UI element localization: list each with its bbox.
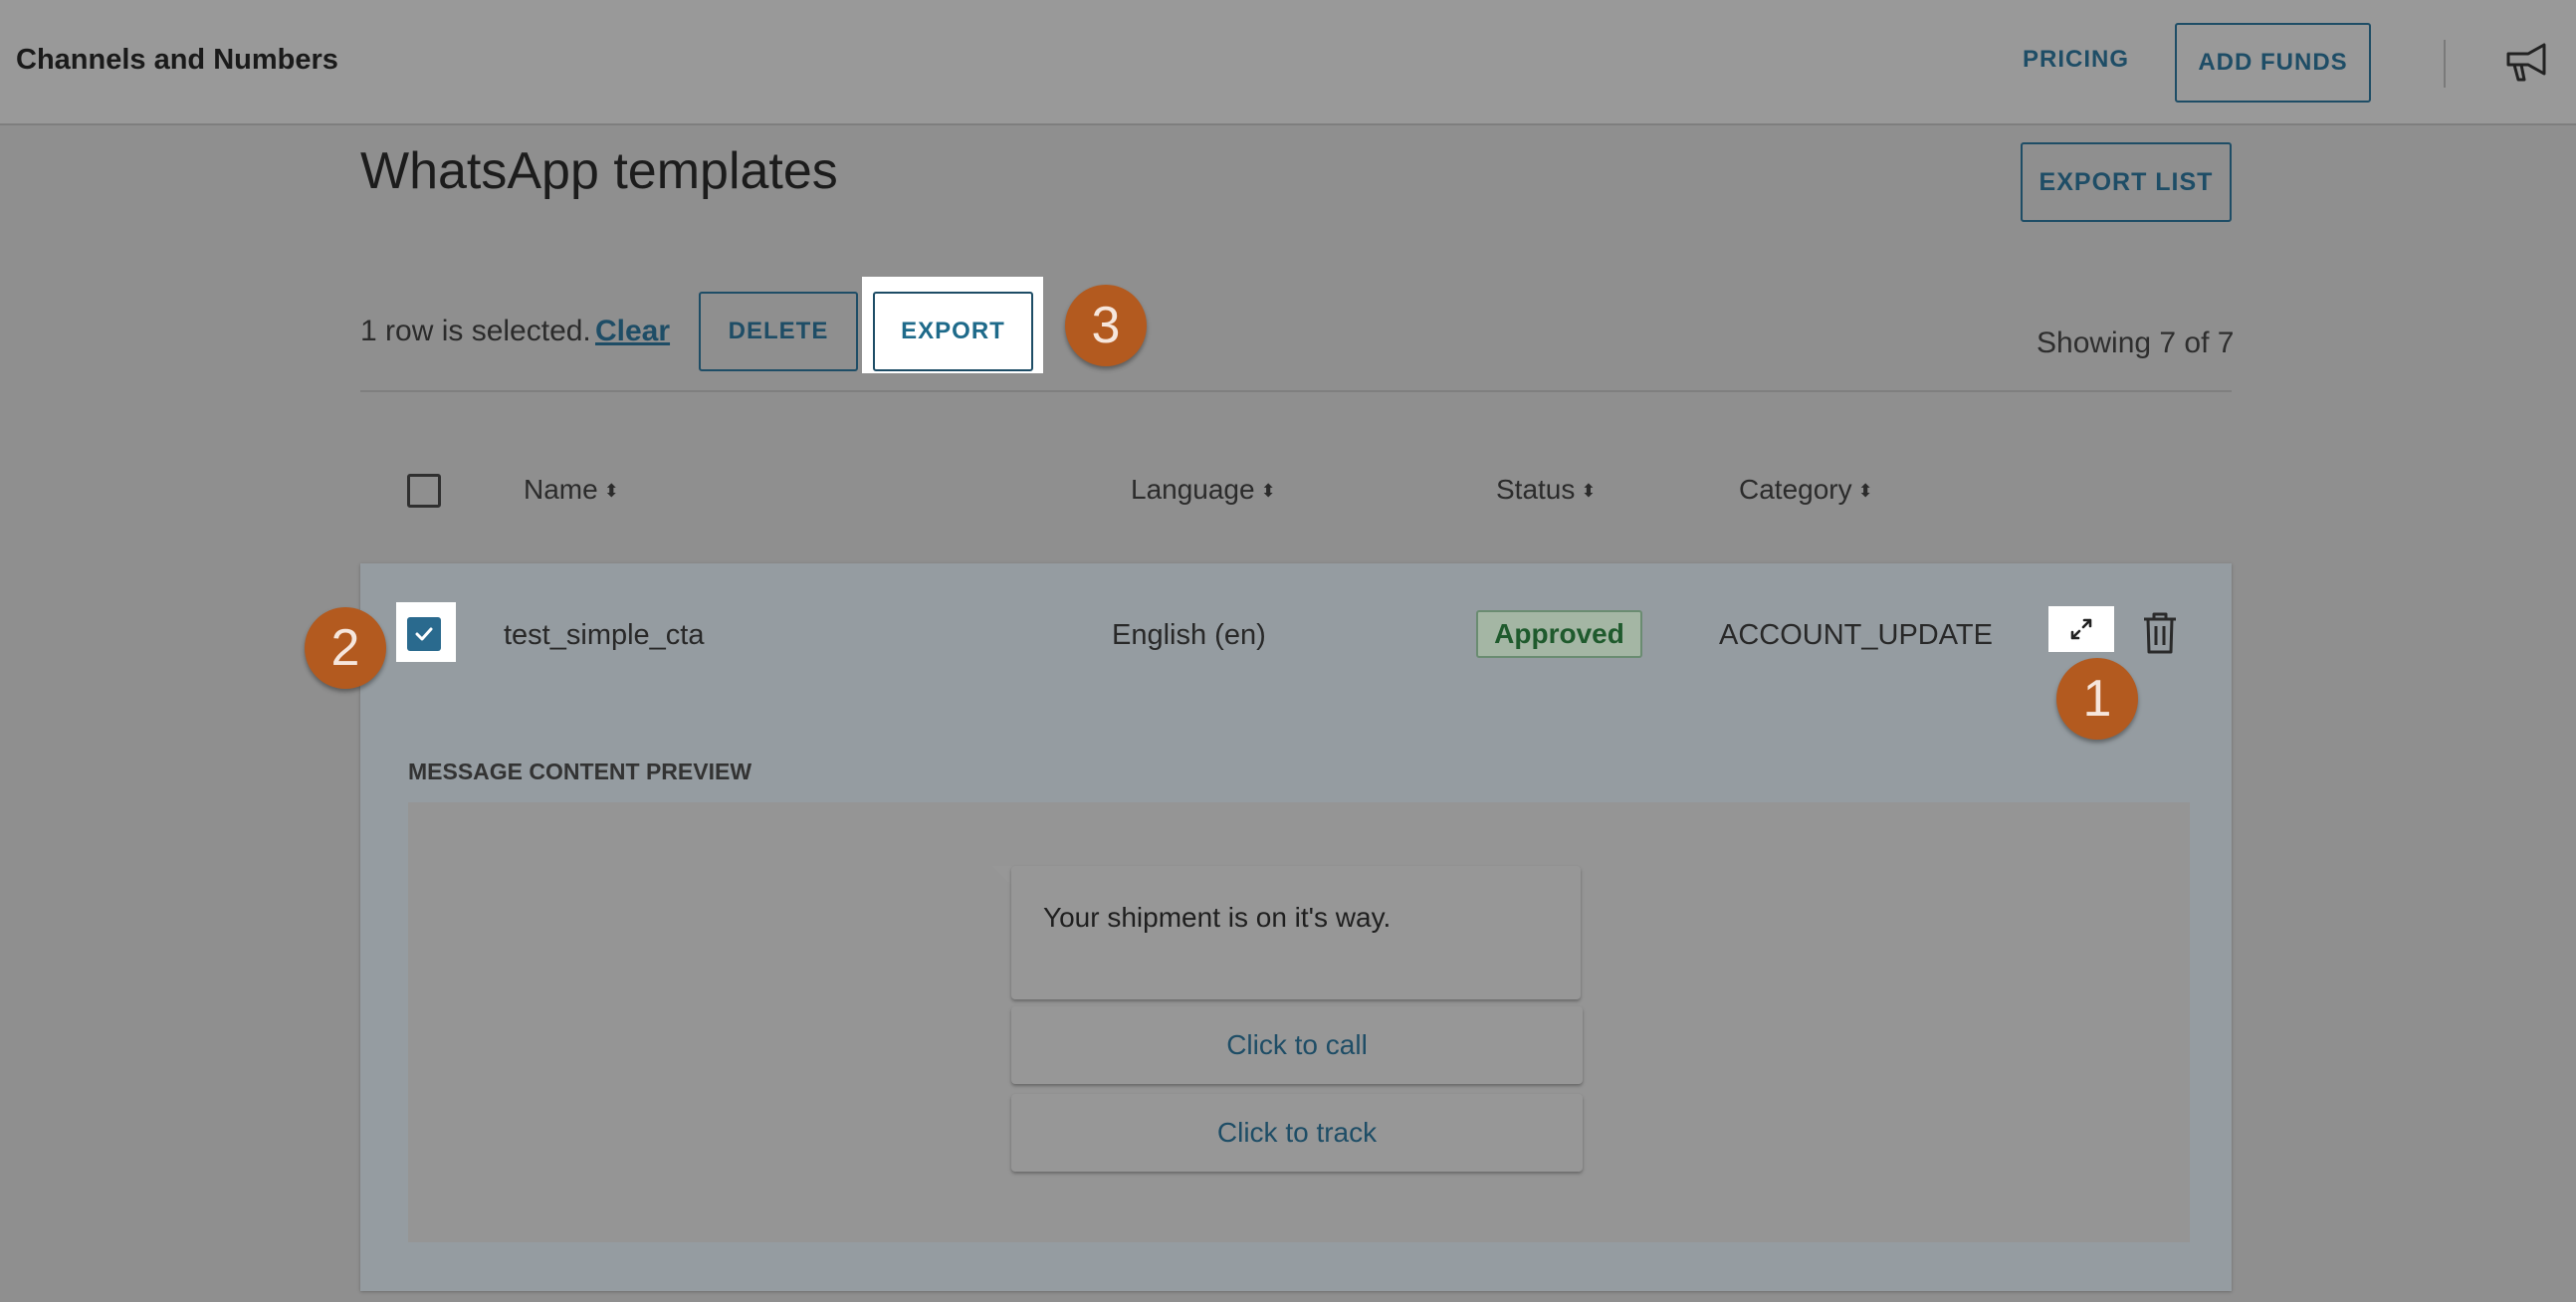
expand-row-button[interactable] — [2048, 606, 2114, 652]
header-divider — [2444, 40, 2446, 88]
cta-button-call[interactable]: Click to call — [1011, 1006, 1583, 1084]
pricing-link[interactable]: PRICING — [2023, 46, 2129, 74]
column-header-label: Status — [1496, 474, 1576, 505]
toolbar-divider — [360, 390, 2232, 392]
category-cell: ACCOUNT_UPDATE — [1719, 619, 1993, 651]
app-title: Channels and Numbers — [16, 44, 338, 76]
column-header-language[interactable]: Language ⬍ — [1131, 474, 1276, 506]
column-header-category[interactable]: Category ⬍ — [1739, 474, 1873, 506]
sort-icon: ⬍ — [1857, 481, 1873, 502]
message-text: Your shipment is on it's way. — [1043, 902, 1392, 933]
sort-icon: ⬍ — [1581, 481, 1597, 502]
template-name-cell: test_simple_cta — [504, 619, 705, 651]
trash-icon[interactable] — [2140, 611, 2180, 655]
cta-button-track[interactable]: Click to track — [1011, 1094, 1583, 1172]
showing-count: Showing 7 of 7 — [2037, 326, 2235, 359]
step-marker-1: 1 — [2056, 658, 2138, 740]
column-header-name[interactable]: Name ⬍ — [524, 474, 619, 506]
step-marker-3: 3 — [1065, 285, 1147, 366]
expand-icon — [2070, 618, 2092, 640]
preview-label: MESSAGE CONTENT PREVIEW — [408, 759, 752, 784]
column-header-label: Language — [1131, 474, 1255, 505]
column-header-status[interactable]: Status ⬍ — [1496, 474, 1596, 506]
row-checkbox[interactable] — [407, 617, 441, 651]
page-title: WhatsApp templates — [360, 142, 838, 200]
step-marker-2: 2 — [305, 607, 386, 689]
megaphone-icon[interactable] — [2504, 40, 2550, 86]
export-list-button[interactable]: EXPORT LIST — [2021, 142, 2232, 222]
sort-icon: ⬍ — [1260, 481, 1276, 502]
selection-count-text: 1 row is selected. — [360, 315, 591, 347]
select-all-checkbox[interactable] — [407, 474, 441, 508]
check-icon — [415, 627, 433, 641]
column-header-label: Name — [524, 474, 598, 505]
sort-icon: ⬍ — [603, 481, 619, 502]
language-cell: English (en) — [1112, 619, 1266, 651]
bubble-tail — [992, 866, 1012, 886]
column-header-label: Category — [1739, 474, 1852, 505]
status-badge: Approved — [1476, 610, 1642, 658]
delete-button[interactable]: DELETE — [699, 292, 858, 371]
clear-selection-link[interactable]: Clear — [595, 315, 670, 348]
export-button[interactable]: EXPORT — [873, 292, 1033, 371]
add-funds-button[interactable]: ADD FUNDS — [2175, 23, 2371, 103]
